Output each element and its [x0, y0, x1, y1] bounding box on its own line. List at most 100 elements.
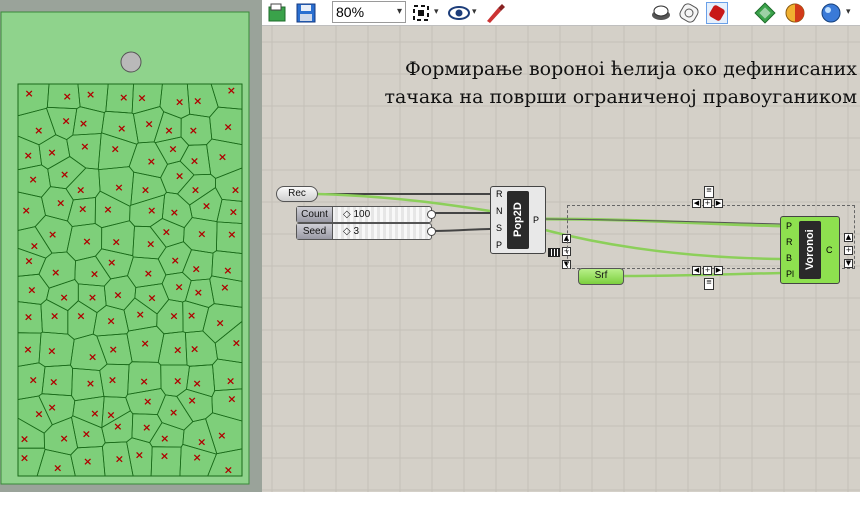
- point-marker-icon: ×: [224, 463, 233, 476]
- point-marker-icon: ×: [82, 235, 91, 248]
- point-marker-icon: ×: [86, 88, 95, 101]
- point-marker-icon: ×: [113, 420, 122, 433]
- pop2d-input-n[interactable]: N: [496, 206, 503, 216]
- voronoi-input-p[interactable]: P: [786, 221, 792, 231]
- hanging-hole: [120, 51, 142, 73]
- rec-param[interactable]: Rec: [276, 186, 318, 202]
- point-marker-icon: ×: [144, 117, 153, 130]
- point-marker-icon: ×: [171, 254, 180, 267]
- slider-grip-icon[interactable]: [427, 227, 436, 236]
- point-marker-icon: ×: [30, 240, 39, 253]
- point-marker-icon: ×: [173, 375, 182, 388]
- point-marker-icon: ×: [47, 345, 56, 358]
- voronoi-input-b[interactable]: B: [786, 253, 792, 263]
- rhino-viewport[interactable]: × × × × × × × × × × × × × × × × × × × × × × × × × × × × × × × × × × × × × × × ×…: [0, 0, 262, 492]
- wire-seed-s: [431, 228, 491, 232]
- point-marker-icon: ×: [173, 343, 182, 356]
- point-marker-icon: ×: [220, 281, 229, 294]
- point-marker-icon: ×: [88, 351, 97, 364]
- srf-param[interactable]: Srf: [578, 268, 624, 285]
- point-marker-icon: ×: [146, 237, 155, 250]
- point-marker-icon: ×: [49, 376, 58, 389]
- pop2d-input-p[interactable]: P: [496, 240, 502, 250]
- point-marker-icon: ×: [143, 395, 152, 408]
- arrow-left-icon[interactable]: ◀: [692, 266, 701, 275]
- voronoi-title: Voronoi: [799, 221, 821, 279]
- point-marker-icon: ×: [169, 309, 178, 322]
- point-marker-icon: ×: [60, 168, 69, 181]
- point-marker-icon: ×: [48, 228, 57, 241]
- grasshopper-canvas[interactable]: 80% ▾ ▾ ▾ ▾ Формирање вороноi ћелија око…: [262, 0, 860, 492]
- pop2d-inputs: R N S P: [491, 187, 505, 253]
- point-marker-icon: ×: [218, 151, 227, 164]
- point-marker-icon: ×: [231, 184, 240, 197]
- point-marker-icon: ×: [34, 124, 43, 137]
- voronoi-component[interactable]: P R B Pl Voronoi C: [780, 216, 840, 284]
- point-marker-icon: ×: [24, 255, 33, 268]
- point-marker-icon: ×: [136, 308, 145, 321]
- voronoi-output-c[interactable]: C: [826, 245, 833, 255]
- point-marker-icon: ×: [59, 432, 68, 445]
- list-icon[interactable]: ≡: [704, 186, 714, 198]
- pop2d-output-p[interactable]: P: [533, 215, 539, 225]
- point-marker-icon: ×: [229, 206, 238, 219]
- point-marker-icon: ×: [51, 266, 60, 279]
- count-value[interactable]: ◇ 100: [335, 207, 429, 222]
- point-marker-icon: ×: [107, 256, 116, 269]
- point-marker-icon: ×: [175, 280, 184, 293]
- pop2d-input-r[interactable]: R: [496, 189, 503, 199]
- arrow-plus-icon[interactable]: +: [703, 266, 712, 275]
- point-marker-icon: ×: [78, 202, 87, 215]
- point-marker-icon: ×: [62, 114, 71, 127]
- pop2d-title: Pop2D: [507, 191, 529, 249]
- point-marker-icon: ×: [76, 309, 85, 322]
- zui-expand-icon[interactable]: [548, 248, 560, 257]
- point-marker-icon: ×: [108, 374, 117, 387]
- voronoi-input-pl[interactable]: Pl: [786, 269, 794, 279]
- point-marker-icon: ×: [117, 122, 126, 135]
- pop2d-component[interactable]: R N S P Pop2D P: [490, 186, 546, 254]
- point-marker-icon: ×: [202, 200, 211, 213]
- point-marker-icon: ×: [227, 393, 236, 406]
- point-marker-icon: ×: [223, 120, 232, 133]
- point-marker-icon: ×: [140, 375, 149, 388]
- point-marker-icon: ×: [80, 140, 89, 153]
- point-marker-icon: ×: [20, 452, 29, 465]
- point-marker-icon: ×: [50, 309, 59, 322]
- point-marker-icon: ×: [193, 451, 202, 464]
- point-marker-icon: ×: [111, 142, 120, 155]
- voronoi-panel-drawing: × × × × × × × × × × × × × × × × × × × × × × × × × × × × × × × × × × × × × × × ×…: [0, 0, 262, 492]
- count-slider[interactable]: Count ◇ 100: [296, 206, 436, 223]
- point-marker-icon: ×: [27, 283, 36, 296]
- arrow-right-icon[interactable]: ▶: [714, 266, 723, 275]
- arrow-plus-icon[interactable]: +: [844, 246, 853, 255]
- point-marker-icon: ×: [115, 452, 124, 465]
- list-icon[interactable]: ≡: [704, 278, 714, 290]
- point-marker-icon: ×: [170, 206, 179, 219]
- point-marker-icon: ×: [63, 90, 72, 103]
- point-marker-icon: ×: [227, 84, 236, 97]
- rec-label: Rec: [288, 188, 306, 199]
- point-marker-icon: ×: [47, 401, 56, 414]
- arrow-down-icon[interactable]: ▼: [844, 259, 853, 268]
- arrow-plus-icon[interactable]: +: [703, 199, 712, 208]
- point-marker-icon: ×: [194, 286, 203, 299]
- point-marker-icon: ×: [215, 316, 224, 329]
- arrow-left-icon[interactable]: ◀: [692, 199, 701, 208]
- point-marker-icon: ×: [113, 288, 122, 301]
- slider-grip-icon[interactable]: [427, 210, 436, 219]
- seed-slider[interactable]: Seed ◇ 3: [296, 223, 436, 240]
- point-marker-icon: ×: [193, 94, 202, 107]
- arrow-right-icon[interactable]: ▶: [714, 199, 723, 208]
- point-marker-icon: ×: [79, 117, 88, 130]
- voronoi-input-r[interactable]: R: [786, 237, 793, 247]
- point-marker-icon: ×: [187, 394, 196, 407]
- arrow-up-icon[interactable]: ▲: [844, 233, 853, 242]
- pop2d-input-s[interactable]: S: [496, 223, 502, 233]
- point-marker-icon: ×: [142, 421, 151, 434]
- point-marker-icon: ×: [141, 183, 150, 196]
- point-marker-icon: ×: [175, 170, 184, 183]
- seed-value[interactable]: ◇ 3: [335, 224, 429, 239]
- point-marker-icon: ×: [164, 124, 173, 137]
- point-marker-icon: ×: [23, 343, 32, 356]
